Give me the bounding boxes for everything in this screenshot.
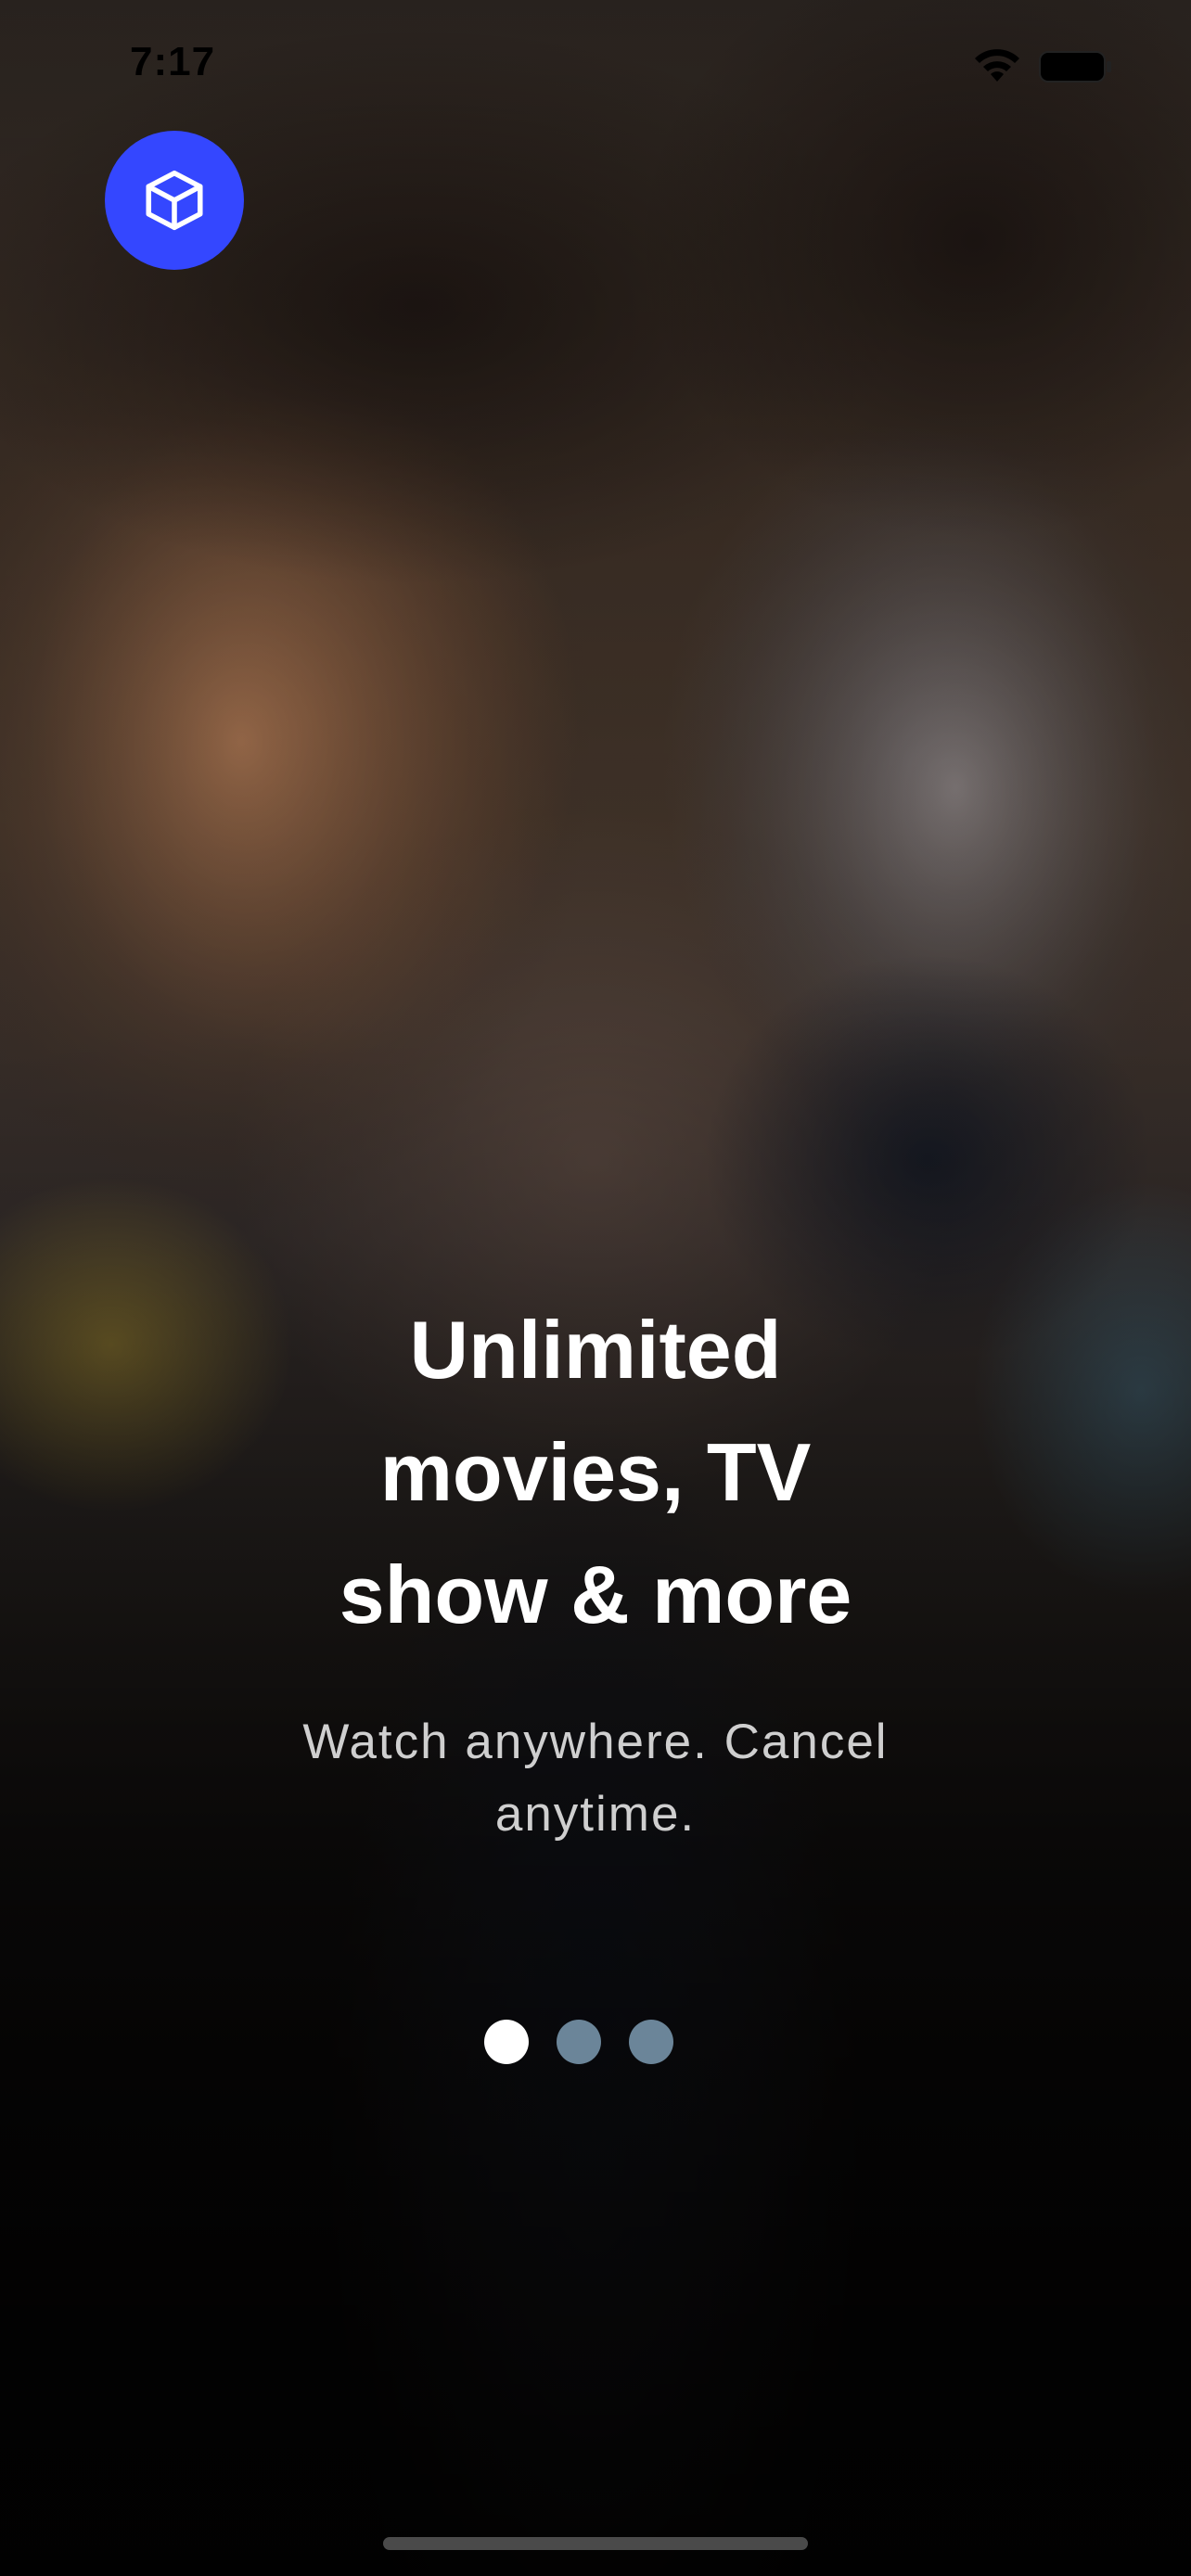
headline-line-3: show & more — [339, 1549, 852, 1640]
cube-icon — [146, 170, 203, 231]
status-time: 7:17 — [130, 39, 216, 84]
page-indicator — [484, 2020, 707, 2064]
headline-line-2: movies, TV — [379, 1426, 812, 1518]
dark-gradient-overlay — [0, 0, 1191, 2576]
onboarding-headline: Unlimited movies, TV show & more — [224, 1289, 967, 1656]
page-dot-3[interactable] — [629, 2020, 673, 2064]
app-logo-badge — [105, 131, 244, 270]
home-indicator[interactable] — [383, 2537, 808, 2550]
page-dot-1[interactable] — [484, 2020, 529, 2064]
status-bar: 7:17 — [0, 0, 1191, 121]
battery-icon — [1039, 51, 1111, 83]
page-dot-2[interactable] — [557, 2020, 601, 2064]
headline-line-1: Unlimited — [409, 1304, 782, 1396]
wifi-icon — [975, 49, 1019, 82]
onboarding-screen: 7:17 Unlimited movies, TV show & more Wa… — [0, 0, 1191, 2576]
onboarding-subtitle: Watch anywhere. Cancel anytime. — [302, 1715, 889, 1842]
